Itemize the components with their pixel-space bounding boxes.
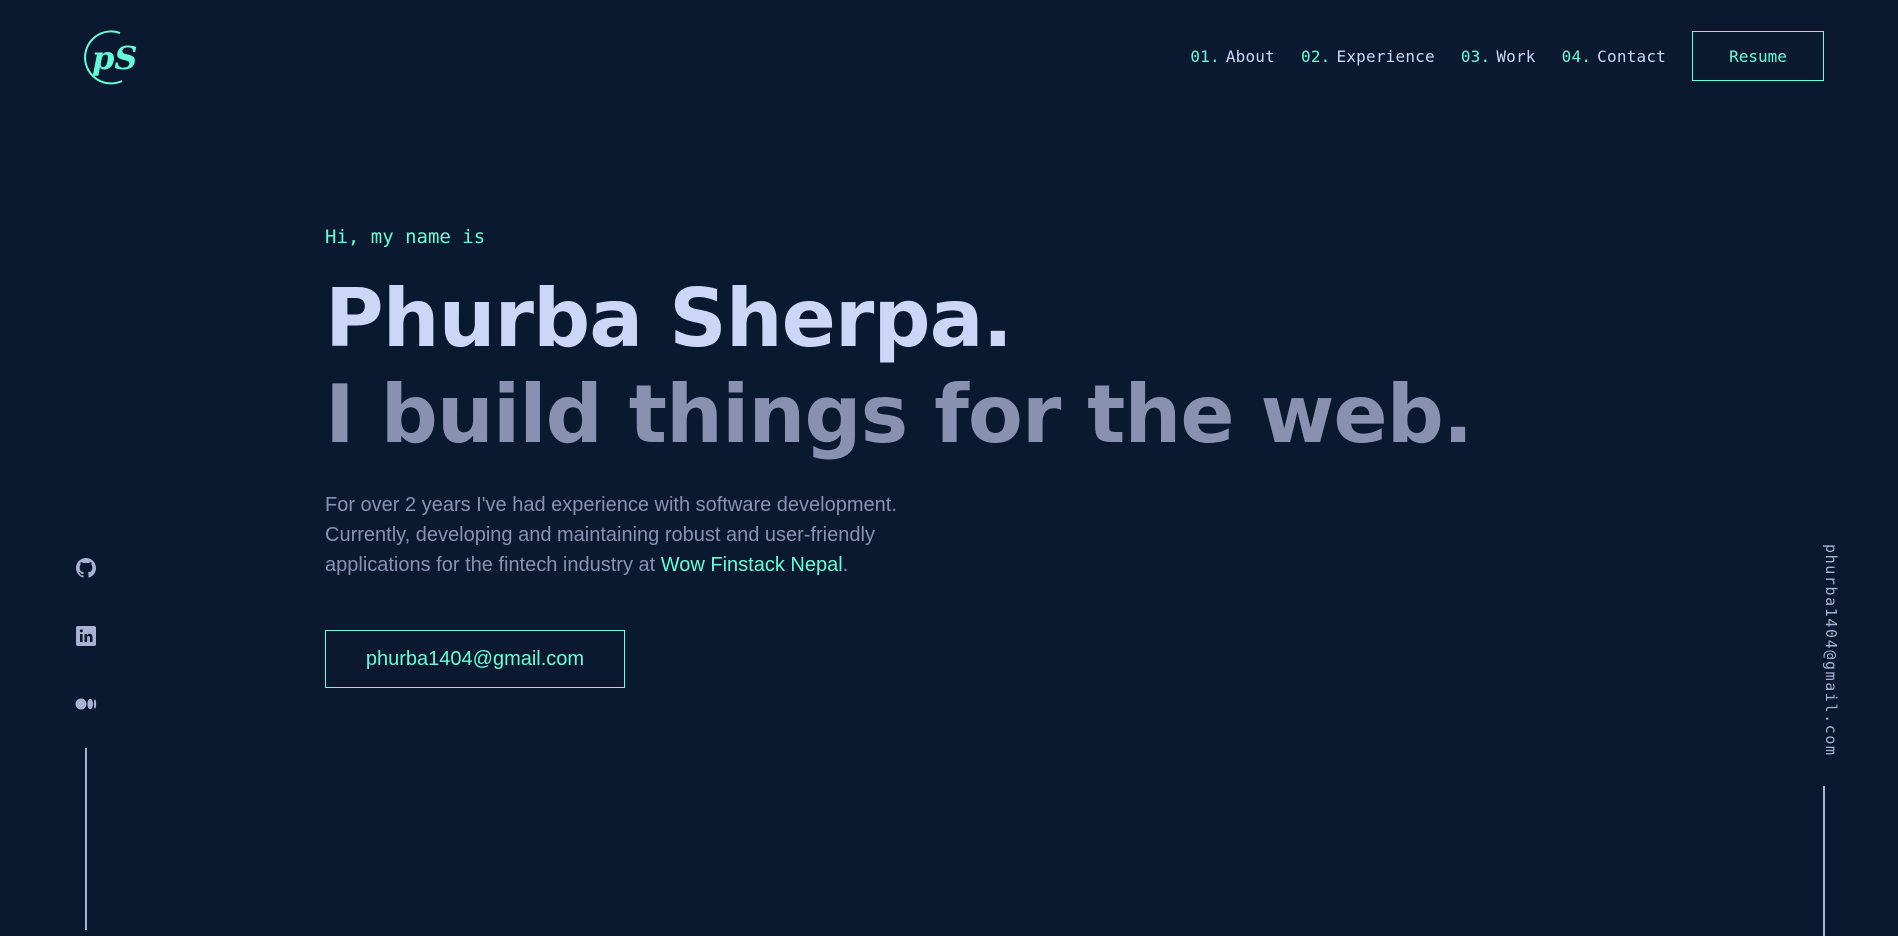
medium-icon[interactable] bbox=[74, 692, 98, 716]
nav-number: 02. bbox=[1300, 46, 1331, 66]
left-divider-line bbox=[85, 748, 87, 930]
company-link[interactable]: Wow Finstack Nepal bbox=[661, 554, 843, 576]
nav-label: Experience bbox=[1336, 46, 1435, 66]
nav-item-experience[interactable]: 02. Experience bbox=[1301, 47, 1435, 66]
right-divider-line bbox=[1823, 786, 1825, 936]
email-button[interactable]: phurba1404@gmail.com bbox=[325, 630, 625, 688]
logo-text: pS bbox=[92, 39, 137, 77]
nav-label: About bbox=[1225, 46, 1275, 66]
resume-button[interactable]: Resume bbox=[1692, 31, 1824, 81]
hero-name: Phurba Sherpa. bbox=[325, 272, 1013, 365]
nav-number: 04. bbox=[1561, 46, 1592, 66]
nav-item-contact[interactable]: 04. Contact bbox=[1562, 47, 1666, 66]
linkedin-icon[interactable] bbox=[74, 624, 98, 648]
hero-intro: Hi, my name is bbox=[325, 226, 486, 248]
nav-label: Work bbox=[1496, 46, 1536, 66]
hero-section: Hi, my name is Phurba Sherpa. I build th… bbox=[325, 222, 1525, 688]
nav-item-about[interactable]: 01. About bbox=[1190, 47, 1275, 66]
nav-number: 01. bbox=[1190, 46, 1220, 66]
description-end: . bbox=[842, 554, 849, 576]
side-email-link[interactable]: phurba1404@gmail.com bbox=[1822, 544, 1840, 757]
nav-item-work[interactable]: 03. Work bbox=[1461, 47, 1536, 66]
social-links bbox=[74, 556, 98, 716]
nav-label: Contact bbox=[1597, 46, 1666, 66]
hero-tagline: I build things for the web. bbox=[325, 368, 1473, 461]
logo-icon: pS bbox=[84, 30, 137, 85]
github-icon[interactable] bbox=[74, 556, 98, 580]
main-nav: 01. About 02. Experience 03. Work 04. Contac… bbox=[1190, 31, 1824, 81]
logo[interactable]: pS bbox=[72, 27, 144, 87]
side-email: phurba1404@gmail.com bbox=[1822, 544, 1842, 766]
nav-number: 03. bbox=[1460, 46, 1491, 66]
hero-description: For over 2 years I've had experience wit… bbox=[325, 490, 965, 580]
